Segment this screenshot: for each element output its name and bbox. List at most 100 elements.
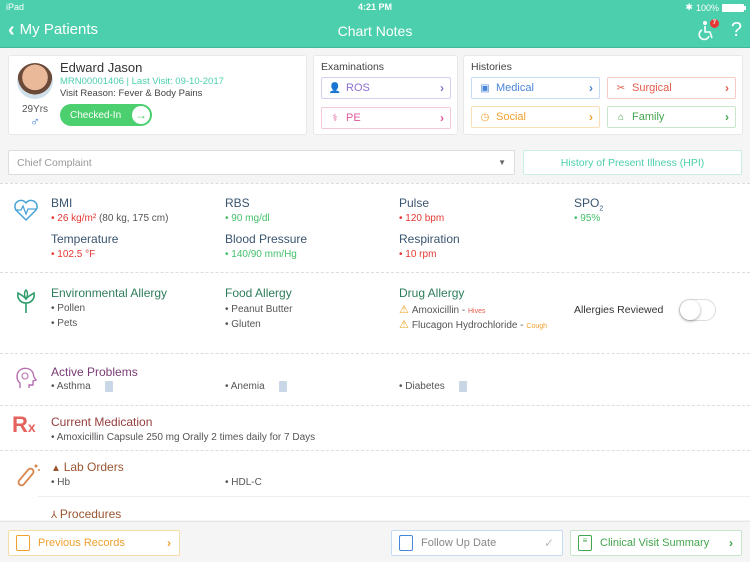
problem-item: Anemia xyxy=(225,381,287,392)
rx-icon: Rx xyxy=(12,412,36,437)
surgical-history-button[interactable]: ✂ Surgical › xyxy=(607,77,736,99)
follow-up-date-input[interactable]: Follow Up Date ✓ xyxy=(391,530,563,556)
checked-in-label: Checked-In xyxy=(70,109,122,121)
status-bar: iPad 4:21 PM ✱ 100% xyxy=(0,0,750,14)
examinations-title: Examinations xyxy=(321,61,385,73)
document-icon: ≡ xyxy=(578,535,592,551)
bmi-value: 26 kg/m² (80 kg, 175 cm) xyxy=(51,213,168,224)
drug-allergy-item: ⚠ Amoxicillin - Hives xyxy=(399,304,486,316)
clipboard-icon[interactable] xyxy=(278,381,287,392)
procedure-icon: ⅄ xyxy=(51,510,60,520)
respiration-label: Respiration xyxy=(399,232,460,246)
warning-icon: ⚠ xyxy=(399,304,409,316)
nav-bar: ‹ My Patients Chart Notes 7 ? xyxy=(0,14,750,48)
hpi-button[interactable]: History of Present Illness (HPI) xyxy=(523,150,742,175)
pe-label: PE xyxy=(346,112,361,124)
chevron-right-icon: › xyxy=(440,111,444,125)
allergies-reviewed-toggle[interactable] xyxy=(679,299,716,321)
heart-pulse-icon xyxy=(14,199,38,222)
active-problems-title: Active Problems xyxy=(51,365,138,379)
accessibility-alerts-button[interactable]: 7 xyxy=(697,18,719,42)
allergies-section: Environmental Allergy Pollen Pets Food A… xyxy=(0,273,750,354)
male-icon: ♂ xyxy=(30,114,40,129)
medical-label: Medical xyxy=(496,82,534,94)
histories-title: Histories xyxy=(471,61,512,73)
family-history-button[interactable]: ⌂ Family › xyxy=(607,106,736,128)
test-tube-icon xyxy=(17,464,40,487)
ros-label: ROS xyxy=(346,82,370,94)
histories-card: Histories ▣ Medical › ✂ Surgical › ◷ Soc… xyxy=(463,55,743,135)
chevron-right-icon: › xyxy=(589,110,593,124)
surgical-label: Surgical xyxy=(632,82,672,94)
records-icon xyxy=(16,535,30,551)
visit-reason-label: Visit Reason: xyxy=(60,88,116,99)
head-profile-icon xyxy=(16,367,38,388)
patient-mrn: MRN00001406 | Last Visit: 09-10-2017 xyxy=(60,76,224,87)
pe-button[interactable]: ⚕ PE › xyxy=(321,107,451,129)
chevron-right-icon: › xyxy=(725,81,729,95)
patient-card: 29Yrs ♂ Edward Jason MRN00001406 | Last … xyxy=(8,55,307,135)
examinations-card: Examinations 👤 ROS › ⚕ PE › xyxy=(313,55,458,135)
footer-bar: Previous Records › Follow Up Date ✓ ≡ Cl… xyxy=(0,521,750,562)
clock-icon: ◷ xyxy=(480,111,490,123)
checked-in-button[interactable]: Checked-In → xyxy=(60,104,152,126)
chevron-right-icon: › xyxy=(725,110,729,124)
warning-icon: ⚠ xyxy=(399,319,409,331)
bmi-label: BMI xyxy=(51,196,73,210)
medical-record-icon: ▣ xyxy=(480,82,490,94)
chief-complaint-placeholder: Chief Complaint xyxy=(17,157,92,169)
rbs-label: RBS xyxy=(225,196,250,210)
scissors-icon: ✂ xyxy=(616,82,626,94)
bluetooth-icon: ✱ xyxy=(685,2,693,12)
clipboard-icon[interactable] xyxy=(104,381,113,392)
blood-pressure-label: Blood Pressure xyxy=(225,232,308,246)
family-label: Family xyxy=(632,111,665,123)
social-history-button[interactable]: ◷ Social › xyxy=(471,106,600,128)
ros-button[interactable]: 👤 ROS › xyxy=(321,77,451,99)
drug-allergy-item: ⚠ Flucagon Hydrochloride - Cough xyxy=(399,319,548,331)
lab-order-item: Hb xyxy=(51,477,70,488)
checkmark-icon: ✓ xyxy=(543,536,554,550)
chevron-right-icon: › xyxy=(440,81,444,95)
medication-item: Amoxicillin Capsule 250 mg Orally 2 time… xyxy=(51,432,315,443)
procedures-title: ⅄ Procedures xyxy=(51,507,122,520)
previous-records-button[interactable]: Previous Records › xyxy=(8,530,180,556)
chief-complaint-dropdown[interactable]: Chief Complaint ▼ xyxy=(8,150,515,175)
battery-percent: 100% xyxy=(695,2,719,13)
visit-reason-value: Fever & Body Pains xyxy=(118,88,203,99)
clinical-visit-summary-button[interactable]: ≡ Clinical Visit Summary › xyxy=(570,530,742,556)
blood-pressure-value: 140/90 mm/Hg xyxy=(225,249,297,260)
pulse-label: Pulse xyxy=(399,196,430,210)
social-label: Social xyxy=(496,111,526,123)
page-title: Chart Notes xyxy=(337,23,413,39)
rbs-value: 90 mg/dl xyxy=(225,213,269,224)
spo2-value: 95% xyxy=(574,213,600,224)
flower-icon xyxy=(17,289,35,313)
battery-icon xyxy=(722,3,746,12)
stethoscope-icon: ⚕ xyxy=(332,112,338,124)
visit-reason: Visit Reason: Fever & Body Pains xyxy=(60,88,202,99)
problem-item: Diabetes xyxy=(399,381,467,392)
chevron-right-icon: › xyxy=(167,536,171,550)
person-icon: 👤 xyxy=(328,82,342,94)
spo2-label: SPO2 xyxy=(574,196,604,213)
arrow-right-icon: → xyxy=(132,106,150,124)
chart-content: BMI 26 kg/m² (80 kg, 175 cm) RBS 90 mg/d… xyxy=(0,183,750,520)
pulse-value: 120 bpm xyxy=(399,213,444,224)
environmental-allergy-item: Pollen xyxy=(51,303,85,314)
active-problems-section: Active Problems Asthma Anemia Diabetes xyxy=(0,354,750,406)
clock: 4:21 PM xyxy=(357,2,392,12)
medical-history-button[interactable]: ▣ Medical › xyxy=(471,77,600,99)
flask-icon: ▲ xyxy=(51,463,64,474)
patient-name: Edward Jason xyxy=(60,60,143,75)
allergies-reviewed-label: Allergies Reviewed xyxy=(574,304,664,316)
environmental-allergy-title: Environmental Allergy xyxy=(51,286,168,300)
lab-orders-title: ▲ Lab Orders xyxy=(51,460,124,474)
vitals-section: BMI 26 kg/m² (80 kg, 175 cm) RBS 90 mg/d… xyxy=(0,184,750,273)
current-medication-section: Rx Current Medication Amoxicillin Capsul… xyxy=(0,406,750,451)
help-button[interactable]: ? xyxy=(731,19,742,42)
clipboard-icon[interactable] xyxy=(458,381,467,392)
drug-allergy-title: Drug Allergy xyxy=(399,286,465,300)
food-allergy-item: Peanut Butter xyxy=(225,304,292,315)
food-allergy-title: Food Allergy xyxy=(225,286,292,300)
